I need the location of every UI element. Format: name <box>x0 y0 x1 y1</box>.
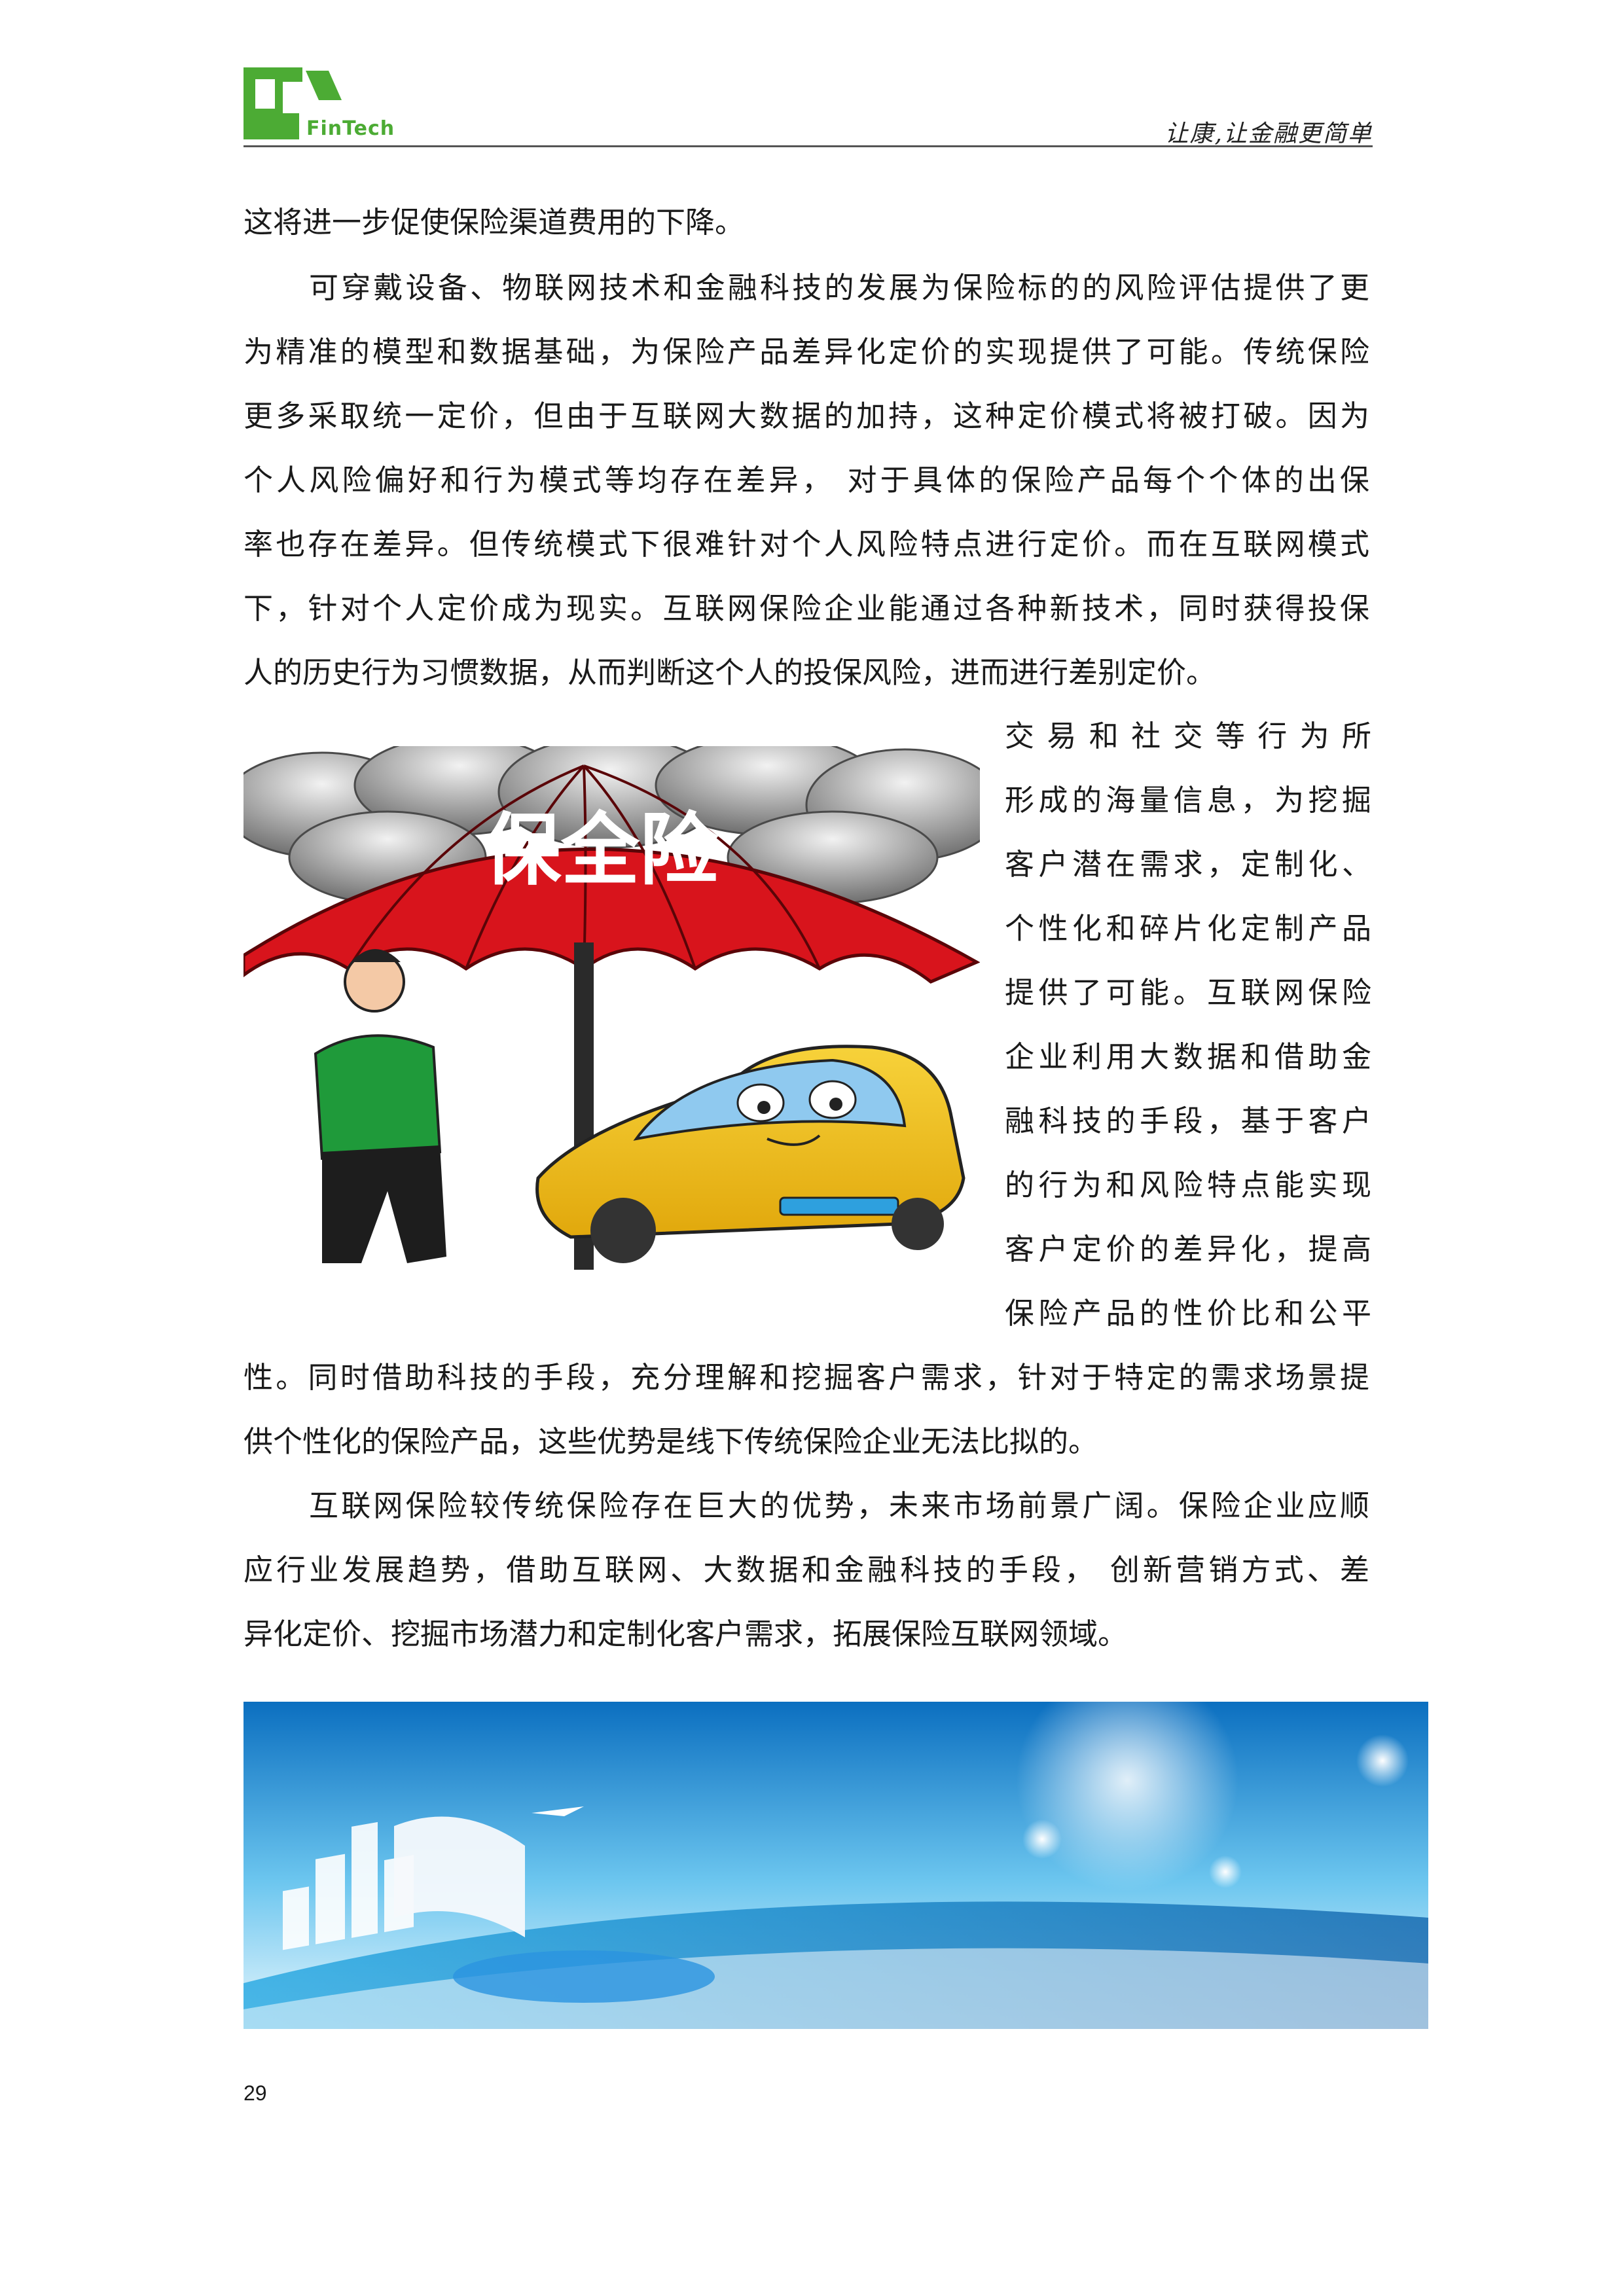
paragraph-line: 这将进一步促使保险渠道费用的下降。 <box>244 205 745 240</box>
wrap-line: 保险产品的性价比和公平 <box>1005 1296 1371 1331</box>
wrap-line: 的行为和风险特点能实现 <box>1005 1168 1371 1202</box>
page-number: 29 <box>244 2081 267 2105</box>
header-divider <box>244 145 1373 147</box>
umbrella-label: 保全险 <box>482 805 719 896</box>
logo-text: FinTech <box>306 117 395 140</box>
wrap-line: 个性化和碎片化定制产品 <box>1005 911 1371 946</box>
wrap-line: 客户潜在需求，定制化、 <box>1005 847 1371 882</box>
paragraph-line: 应行业发展趋势，借助互联网、大数据和金融科技的手段， 创新营销方式、差 <box>244 1552 1369 1587</box>
paragraph-line: 更多采取统一定价，但由于互联网大数据的加持，这种定价模式将被打破。因为 <box>244 399 1369 433</box>
wrap-line: 形成的海量信息，为挖掘 <box>1005 783 1371 817</box>
wrap-line: 提供了可能。互联网保险 <box>1005 975 1371 1010</box>
wrap-line: 客户定价的差异化，提高 <box>1005 1232 1371 1266</box>
insurance-umbrella-illustration: 保全险 <box>244 746 980 1283</box>
page-header: FinTech 让康,让金融更简单 <box>244 62 1373 147</box>
paragraph-line: 异化定价、挖掘市场潜力和定制化客户需求，拓展保险互联网领域。 <box>244 1617 1128 1651</box>
paragraph-line: 供个性化的保险产品，这些优势是线下传统保险企业无法比拟的。 <box>244 1424 1098 1459</box>
tech-banner-image <box>244 1702 1428 2029</box>
paragraph-line: 个人风险偏好和行为模式等均存在差异， 对于具体的保险产品每个个体的出保 <box>244 463 1369 497</box>
paragraph-line: 下，针对个人定价成为现实。互联网保险企业能通过各种新技术，同时获得投保 <box>244 591 1369 626</box>
paragraph-line: 人的历史行为习惯数据，从而判断这个人的投保风险，进而进行差别定价。 <box>244 655 1216 690</box>
wrap-line: 交易和社交等行为所 <box>1005 719 1371 753</box>
wrap-line: 融科技的手段，基于客户 <box>1005 1103 1371 1138</box>
paragraph-line: 为精准的模型和数据基础，为保险产品差异化定价的实现提供了可能。传统保险 <box>244 334 1369 369</box>
paragraph-line: 互联网保险较传统保险存在巨大的优势，未来市场前景广阔。保险企业应顺 <box>309 1488 1369 1523</box>
paragraph-line: 率也存在差异。但传统模式下很难针对个人风险特点进行定价。而在互联网模式 <box>244 527 1369 562</box>
wrap-line: 企业利用大数据和借助金 <box>1005 1039 1371 1074</box>
paragraph-line: 性。同时借助科技的手段，充分理解和挖掘客户需求，针对于特定的需求场景提 <box>244 1360 1369 1395</box>
paragraph-line: 可穿戴设备、物联网技术和金融科技的发展为保险标的的风险评估提供了更 <box>309 270 1369 305</box>
header-slogan: 让康,让金融更简单 <box>1164 120 1373 147</box>
